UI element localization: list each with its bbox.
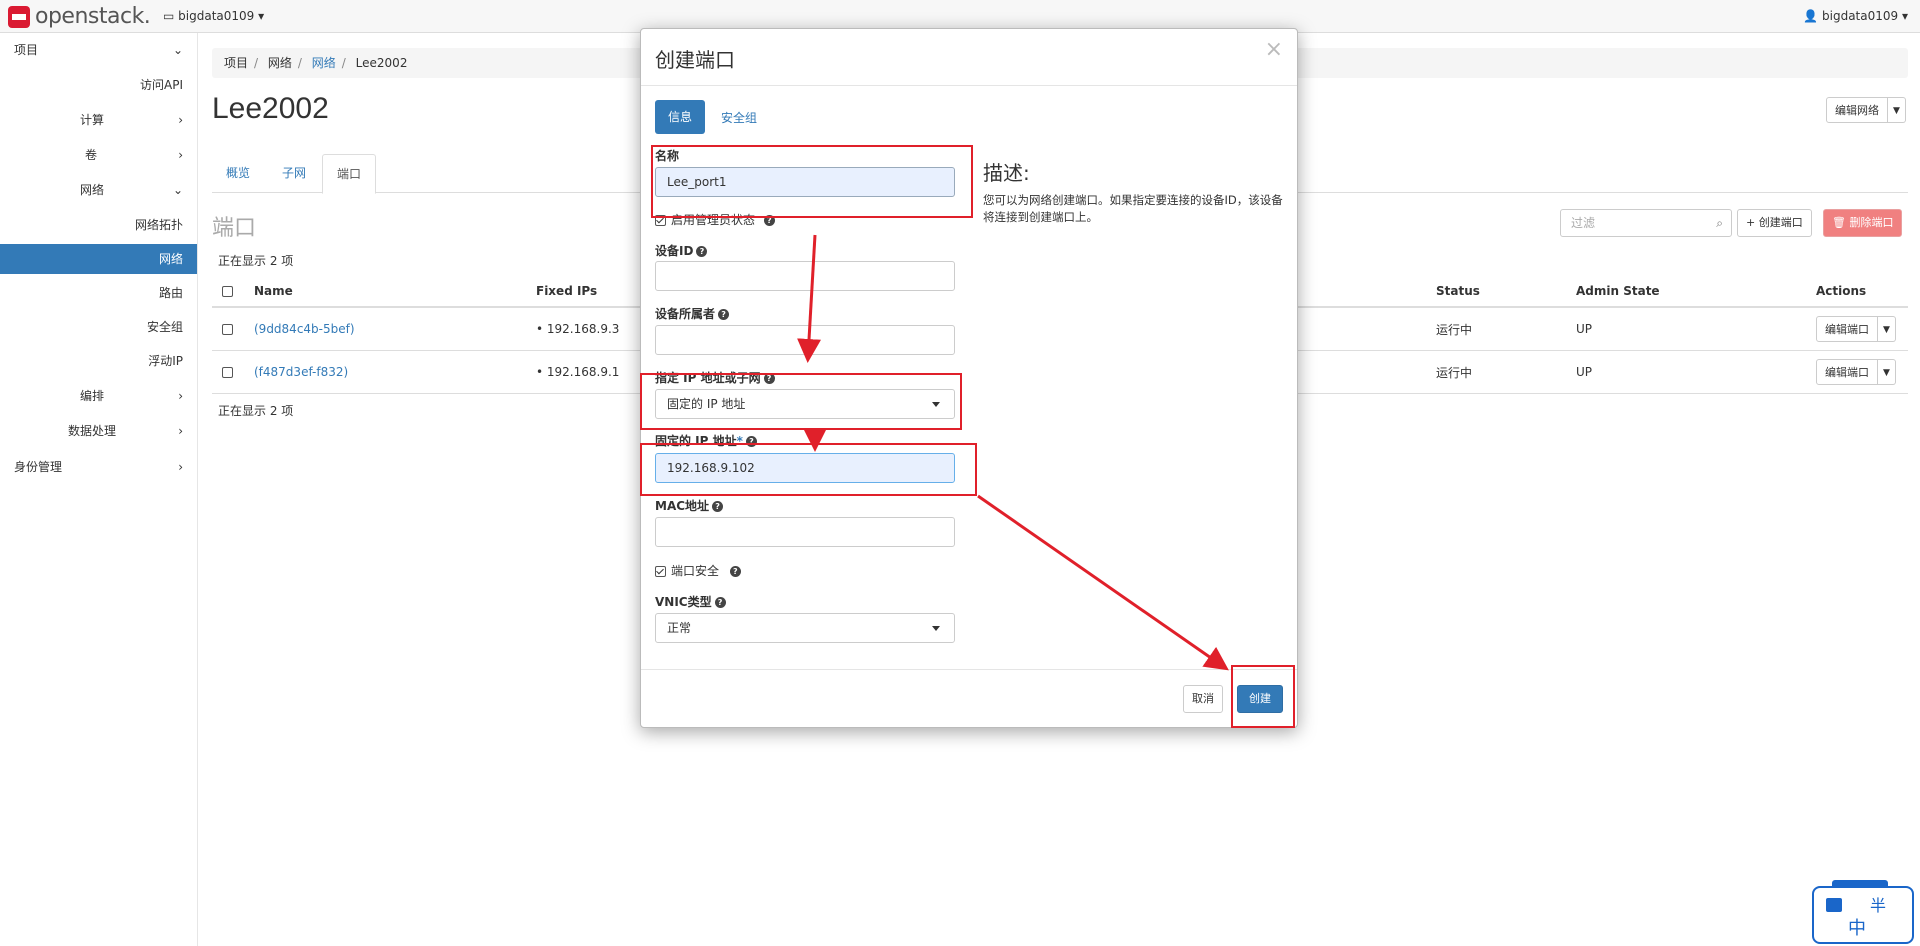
annotation-arrows xyxy=(797,234,1229,671)
half-width-label: 半 xyxy=(1870,896,1887,915)
ime-toolbar[interactable]: 半 中 xyxy=(1812,880,1914,944)
annotation-arrow-to-create xyxy=(977,494,1229,671)
chinese-mode-label: 中 xyxy=(1848,918,1866,939)
shirt-icon xyxy=(1826,898,1842,912)
annotation-arrow-down xyxy=(797,234,822,363)
